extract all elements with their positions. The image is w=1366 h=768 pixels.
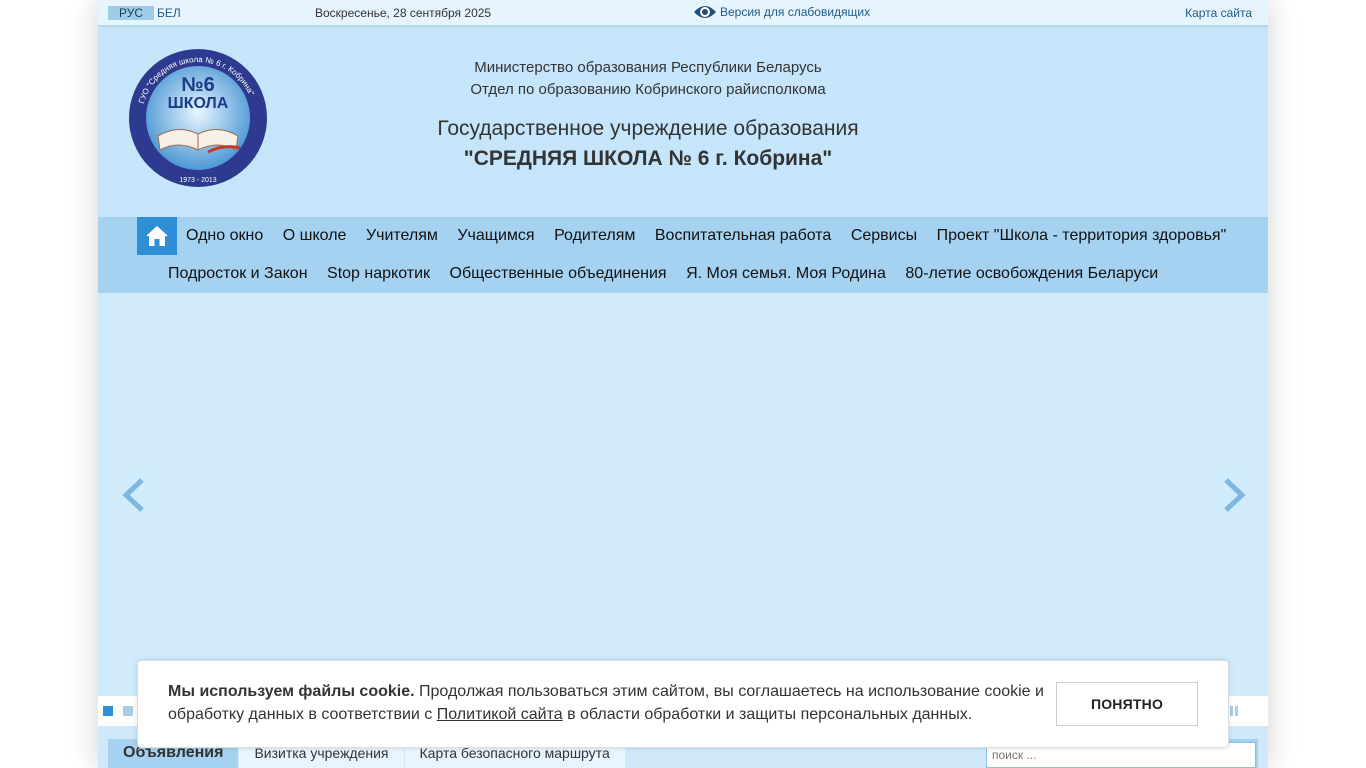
svg-text:ШКОЛА: ШКОЛА — [168, 95, 229, 112]
nav-item-liberation[interactable]: 80-летие освобождения Беларуси — [905, 265, 1158, 283]
nav-item-teachers[interactable]: Учителям — [366, 227, 438, 245]
lang-ru-link[interactable]: РУС — [108, 6, 154, 20]
institution-line-1: Государственное учреждение образования — [437, 117, 859, 140]
pause-icon[interactable] — [1230, 706, 1240, 716]
lang-be-link[interactable]: БЕЛ — [157, 6, 181, 20]
cookie-text-2: в области обработки и защиты персональны… — [562, 706, 973, 723]
cookie-banner: Мы используем файлы cookie. Продолжая по… — [137, 660, 1229, 748]
nav-item-parents[interactable]: Родителям — [554, 227, 635, 245]
institution-line-2: "СРЕДНЯЯ ШКОЛА № 6 г. Кобрина" — [463, 147, 833, 170]
svg-text:1973 - 2013: 1973 - 2013 — [179, 177, 216, 184]
home-button[interactable] — [137, 217, 177, 255]
nav-row-2: Подросток и Закон Stop наркотик Обществе… — [168, 255, 1178, 293]
nav-item-stop-drugs[interactable]: Stop наркотик — [327, 265, 430, 283]
home-icon — [146, 226, 168, 246]
chevron-right-icon[interactable] — [1222, 478, 1248, 512]
school-logo[interactable]: ГУО "Средняя школа № 6 г. Кобрина" №6 ШК… — [128, 48, 268, 188]
nav-item-students[interactable]: Учащимся — [457, 227, 534, 245]
low-vision-link[interactable]: Версия для слабовидящих — [693, 3, 870, 21]
page-container: РУС БЕЛ Воскресенье, 28 сентября 2025 Ве… — [98, 0, 1268, 768]
top-bar: РУС БЕЛ Воскресенье, 28 сентября 2025 Ве… — [98, 0, 1268, 27]
nav-item-health-project[interactable]: Проект "Школа - территория здоровья" — [937, 227, 1227, 245]
nav-item-associations[interactable]: Общественные объединения — [450, 265, 667, 283]
image-slider — [98, 293, 1268, 696]
institution-title: Государственное учреждение образования "… — [348, 114, 948, 174]
slider-dot-1[interactable] — [103, 706, 113, 716]
sitemap-link[interactable]: Карта сайта — [1185, 6, 1252, 20]
ministry-block: Министерство образования Республики Бела… — [398, 57, 898, 101]
site-header: ГУО "Средняя школа № 6 г. Кобрина" №6 ШК… — [98, 27, 1268, 217]
privacy-policy-link[interactable]: Политикой сайта — [437, 706, 563, 723]
nav-item-about[interactable]: О школе — [283, 227, 347, 245]
chevron-left-icon[interactable] — [120, 478, 146, 512]
cookie-message: Мы используем файлы cookie. Продолжая по… — [168, 680, 1048, 726]
ministry-line-2: Отдел по образованию Кобринского райиспо… — [470, 81, 826, 98]
main-nav: Одно окно О школе Учителям Учащимся Роди… — [98, 217, 1268, 293]
nav-row-1: Одно окно О школе Учителям Учащимся Роди… — [186, 217, 1246, 255]
nav-item-one-window[interactable]: Одно окно — [186, 227, 263, 245]
svg-text:№6: №6 — [181, 74, 214, 96]
cookie-bold: Мы используем файлы cookie. — [168, 683, 415, 700]
nav-item-teen-law[interactable]: Подросток и Закон — [168, 265, 308, 283]
current-date: Воскресенье, 28 сентября 2025 — [315, 6, 492, 20]
low-vision-label: Версия для слабовидящих — [720, 5, 871, 19]
eye-icon — [694, 6, 716, 18]
nav-item-family[interactable]: Я. Моя семья. Моя Родина — [686, 265, 886, 283]
nav-item-education-work[interactable]: Воспитательная работа — [655, 227, 831, 245]
ministry-line-1: Министерство образования Республики Бела… — [474, 59, 822, 76]
nav-item-services[interactable]: Сервисы — [851, 227, 917, 245]
slider-dot-2[interactable] — [123, 706, 133, 716]
cookie-accept-button[interactable]: ПОНЯТНО — [1056, 682, 1198, 726]
